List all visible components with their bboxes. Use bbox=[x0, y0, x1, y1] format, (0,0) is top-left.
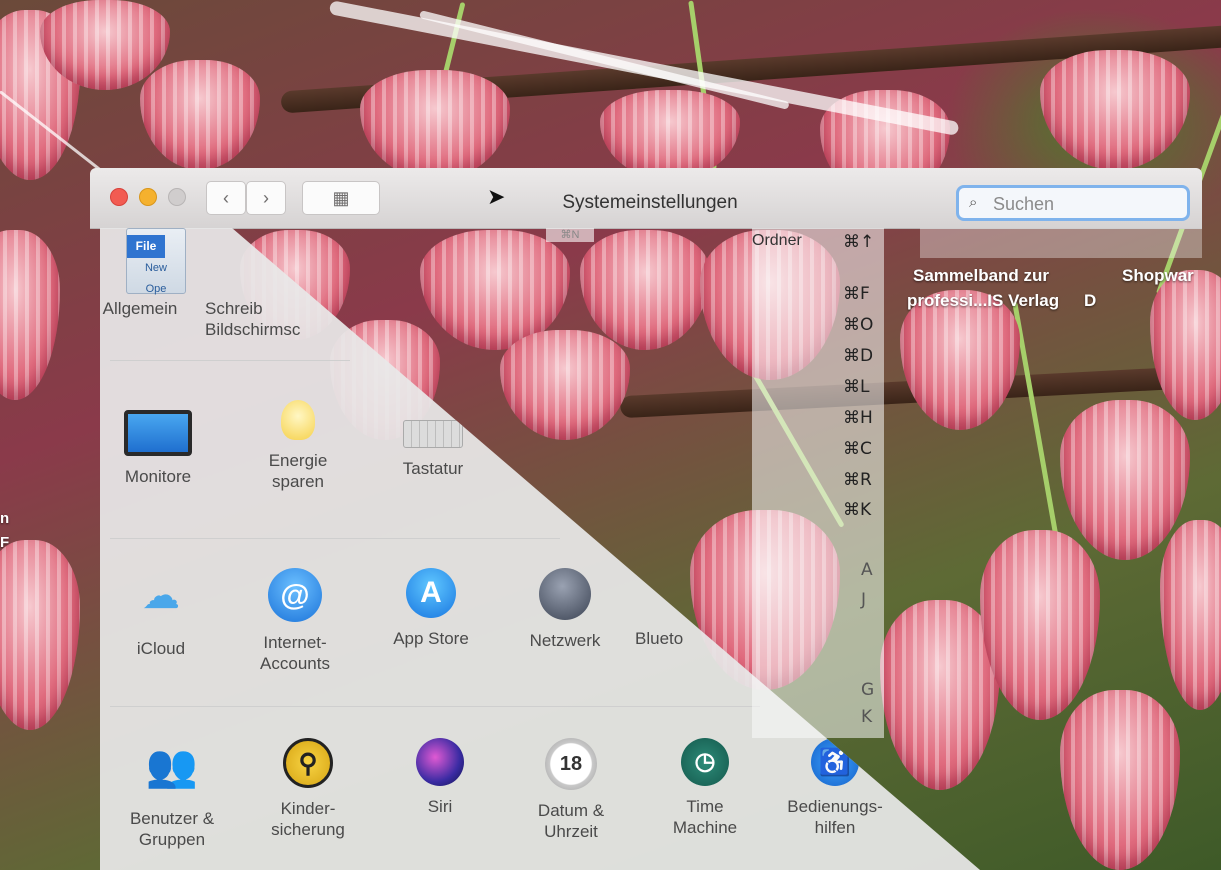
bulb-icon bbox=[281, 400, 315, 440]
close-button[interactable] bbox=[110, 188, 128, 206]
shortcut-fragment: G bbox=[861, 680, 875, 700]
parental-controls-icon: ⚲ bbox=[283, 738, 333, 788]
flower bbox=[0, 230, 60, 400]
pref-label: iCloud bbox=[136, 639, 186, 658]
pref-monitore[interactable]: Monitore bbox=[100, 400, 233, 487]
pref-label: Time Machine bbox=[672, 797, 738, 837]
file-menu-item: Ope bbox=[145, 283, 167, 295]
pref-label: Siri bbox=[427, 797, 453, 816]
file-menu-item: New bbox=[144, 262, 167, 274]
siri-icon bbox=[416, 738, 464, 786]
row-divider bbox=[110, 360, 350, 361]
pref-label: Netzwerk bbox=[529, 631, 601, 650]
pref-time-machine[interactable]: ◷ Time Machine bbox=[630, 738, 780, 838]
flower bbox=[600, 90, 740, 180]
at-icon: @ bbox=[268, 568, 322, 622]
pref-siri[interactable]: Siri bbox=[365, 738, 515, 817]
pref-netzwerk[interactable]: Netzwerk bbox=[490, 568, 640, 651]
edge-text: F bbox=[0, 534, 10, 551]
shortcut-label: ⌘H bbox=[843, 408, 873, 428]
minimize-button[interactable] bbox=[139, 188, 157, 206]
show-all-button[interactable]: ▦ bbox=[302, 181, 380, 215]
pref-bluetooth[interactable]: Blueto bbox=[635, 628, 715, 649]
pref-energie-sparen[interactable]: Energie sparen bbox=[223, 400, 373, 492]
ghost-shortcut: ⌘N bbox=[546, 228, 594, 242]
monitor-icon bbox=[124, 410, 192, 456]
shortcut-label: ⌘L bbox=[843, 377, 870, 397]
shortcut-label: ⌘↑ bbox=[843, 232, 875, 252]
forward-button[interactable]: › bbox=[246, 181, 286, 215]
pref-datum-uhrzeit[interactable]: 18 Datum & Uhrzeit bbox=[496, 738, 646, 842]
shortcut-label: ⌘F bbox=[843, 284, 870, 304]
shortcut-label: ⌘K bbox=[843, 500, 872, 520]
file-menu-header: File bbox=[127, 235, 165, 258]
mouse-pointer-icon: ➤ bbox=[487, 184, 506, 209]
shortcut-fragment: K bbox=[861, 707, 873, 727]
shortcut-label: ⌘C bbox=[843, 439, 872, 459]
row-divider bbox=[110, 538, 560, 539]
keyboard-icon bbox=[403, 420, 463, 448]
edge-text: n bbox=[0, 510, 10, 527]
zoom-button[interactable] bbox=[168, 188, 186, 206]
ghost-menu-item: Ordner bbox=[752, 232, 802, 249]
search-icon: ⌕ bbox=[969, 194, 978, 211]
search-input[interactable] bbox=[991, 192, 1185, 216]
accessibility-icon: ♿ bbox=[811, 738, 859, 786]
calendar-day: 18 bbox=[559, 753, 583, 775]
ghost-toolbar-strip bbox=[920, 228, 1202, 258]
shortcut-fragment: A bbox=[861, 560, 873, 580]
pref-internet-accounts[interactable]: @ Internet-Accounts bbox=[220, 568, 370, 674]
clock-icon: 18 bbox=[545, 738, 597, 790]
flower bbox=[0, 540, 80, 730]
pref-schreibtisch[interactable]: Schreib Bildschirmsc bbox=[205, 298, 315, 340]
users-icon: 👥 bbox=[145, 742, 199, 789]
pref-label: App Store bbox=[393, 629, 469, 648]
pref-kindersicherung[interactable]: ⚲ Kinder-sicherung bbox=[233, 738, 383, 840]
pref-label: Blueto bbox=[635, 629, 684, 648]
row-divider bbox=[110, 706, 760, 707]
preferences-pane: File New Ope Allgemein Schreib Bildschirms… bbox=[100, 228, 980, 870]
pref-label: Monitore bbox=[124, 467, 192, 486]
pref-label: Benutzer & Gruppen bbox=[129, 809, 215, 849]
pref-tastatur[interactable]: Tastatur bbox=[358, 400, 508, 479]
pref-label: Datum & Uhrzeit bbox=[537, 801, 605, 841]
file-icon: File New Ope bbox=[110, 228, 186, 295]
pref-label: Bedienungs-hilfen bbox=[787, 797, 883, 837]
pref-app-store[interactable]: A App Store bbox=[356, 568, 506, 649]
shortcut-label: ⌘O bbox=[843, 315, 874, 335]
network-icon bbox=[539, 568, 591, 620]
pref-label: Tastatur bbox=[402, 459, 464, 478]
pref-icloud[interactable]: ☁ iCloud bbox=[100, 568, 236, 659]
appstore-icon: A bbox=[406, 568, 456, 618]
title-bar[interactable]: ‹ › ▦ Systemeinstellungen ➤ ⌕ bbox=[90, 168, 1202, 229]
icloud-icon: ☁ bbox=[142, 575, 180, 617]
pref-benutzer-gruppen[interactable]: 👥 Benutzer & Gruppen bbox=[100, 738, 247, 850]
flower bbox=[140, 60, 260, 170]
shortcut-label: ⌘R bbox=[843, 470, 872, 490]
pref-label: Schreib Bildschirmsc bbox=[205, 299, 301, 339]
grid-icon: ▦ bbox=[332, 188, 350, 208]
pref-label: Internet-Accounts bbox=[260, 633, 330, 673]
flower bbox=[360, 70, 510, 180]
shortcut-fragment: J bbox=[861, 590, 867, 610]
window-title: Systemeinstellungen bbox=[562, 192, 738, 213]
shortcut-label: ⌘D bbox=[843, 346, 874, 366]
system-preferences-window: ‹ › ▦ Systemeinstellungen ➤ ⌕ File New Ope… bbox=[90, 168, 1202, 870]
search-field[interactable]: ⌕ bbox=[956, 185, 1190, 221]
back-button[interactable]: ‹ bbox=[206, 181, 246, 215]
time-machine-icon: ◷ bbox=[681, 738, 729, 786]
pref-label: Energie sparen bbox=[268, 451, 328, 491]
pref-label: Kinder-sicherung bbox=[271, 799, 345, 839]
pref-bedienungshilfen[interactable]: ♿ Bedienungs-hilfen bbox=[760, 738, 910, 838]
flower bbox=[1040, 50, 1190, 170]
